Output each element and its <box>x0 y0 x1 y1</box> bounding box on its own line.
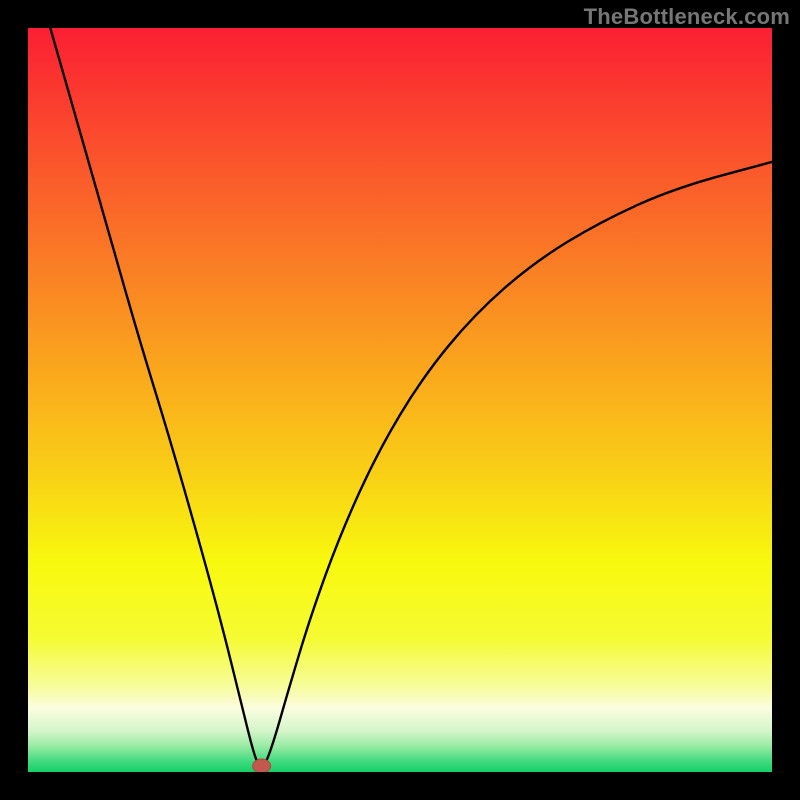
watermark-text: TheBottleneck.com <box>584 4 790 30</box>
chart-plot-area <box>28 28 772 772</box>
bottleneck-curve <box>50 28 772 766</box>
chart-svg <box>28 28 772 772</box>
chart-frame: TheBottleneck.com <box>0 0 800 800</box>
optimum-marker <box>253 759 271 772</box>
